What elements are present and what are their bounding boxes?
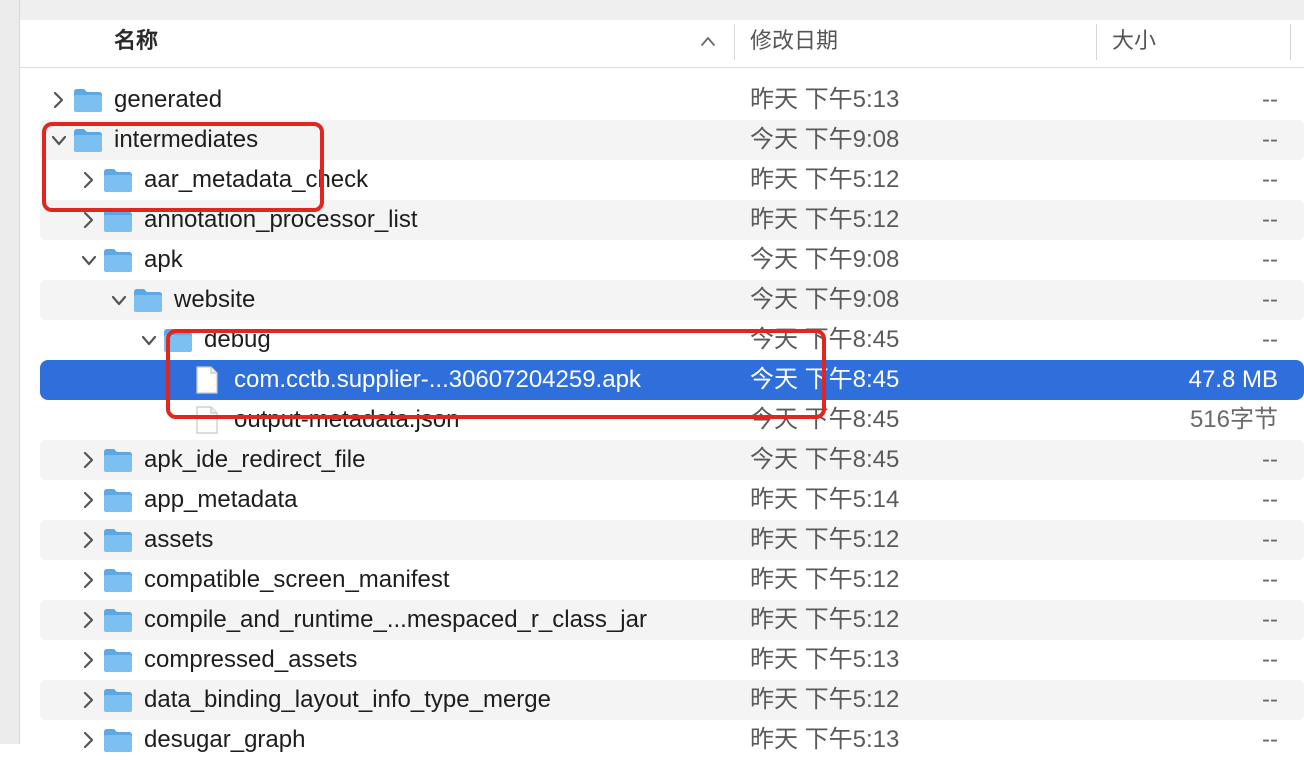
folder-icon	[102, 647, 134, 673]
file-row-data-binding-layout-info[interactable]: data_binding_layout_info_type_merge 昨天 下…	[20, 680, 1304, 720]
chevron-down-icon[interactable]	[138, 328, 160, 352]
file-name: compressed_assets	[144, 646, 358, 673]
column-header: 名称 修改日期 大小	[20, 20, 1304, 68]
column-divider[interactable]	[1096, 24, 1097, 60]
folder-icon	[102, 607, 134, 633]
file-size: --	[1262, 566, 1278, 593]
modified-date: 昨天 下午5:12	[750, 166, 900, 193]
folder-icon	[102, 247, 134, 273]
modified-date: 昨天 下午5:13	[750, 726, 900, 753]
folder-icon	[102, 567, 134, 593]
file-name: app_metadata	[144, 486, 298, 513]
file-row-compressed-assets[interactable]: compressed_assets 昨天 下午5:13 --	[20, 640, 1304, 680]
file-name: compile_and_runtime_...mespaced_r_class_…	[144, 606, 647, 633]
file-size: --	[1262, 526, 1278, 553]
window-top-strip	[0, 0, 1304, 20]
file-size: --	[1262, 726, 1278, 753]
modified-date: 昨天 下午5:12	[750, 566, 900, 593]
file-size: --	[1262, 86, 1278, 113]
folder-icon	[72, 87, 104, 113]
modified-date: 今天 下午8:45	[750, 446, 900, 473]
file-name: apk	[144, 246, 183, 273]
folder-icon	[102, 687, 134, 713]
modified-date: 昨天 下午5:12	[750, 526, 900, 553]
date-column-header[interactable]: 修改日期	[750, 20, 838, 68]
file-size: --	[1262, 646, 1278, 673]
modified-date: 昨天 下午5:12	[750, 606, 900, 633]
file-name: website	[174, 286, 256, 313]
modified-date: 今天 下午9:08	[750, 246, 900, 273]
chevron-right-icon[interactable]	[78, 648, 100, 672]
file-row-desugar-graph[interactable]: desugar_graph 昨天 下午5:13 --	[20, 720, 1304, 760]
chevron-right-icon[interactable]	[78, 568, 100, 592]
file-row-website[interactable]: website 今天 下午9:08 --	[20, 280, 1304, 320]
file-row-compile-and-runtime[interactable]: compile_and_runtime_...mespaced_r_class_…	[20, 600, 1304, 640]
chevron-right-icon[interactable]	[78, 448, 100, 472]
chevron-right-icon[interactable]	[78, 608, 100, 632]
sort-ascending-icon[interactable]	[700, 34, 716, 48]
folder-icon	[102, 527, 134, 553]
column-divider[interactable]	[734, 24, 735, 60]
chevron-right-icon[interactable]	[78, 728, 100, 752]
file-size: --	[1262, 246, 1278, 273]
modified-date: 今天 下午9:08	[750, 286, 900, 313]
column-divider[interactable]	[1290, 24, 1291, 60]
modified-date: 昨天 下午5:14	[750, 486, 900, 513]
chevron-right-icon[interactable]	[78, 688, 100, 712]
file-size: --	[1262, 486, 1278, 513]
chevron-down-icon[interactable]	[78, 248, 100, 272]
chevron-down-icon[interactable]	[108, 288, 130, 312]
file-size: --	[1262, 166, 1278, 193]
file-size: --	[1262, 126, 1278, 153]
name-column-header[interactable]: 名称	[114, 20, 158, 68]
folder-icon	[102, 447, 134, 473]
sidebar-edge	[0, 0, 20, 744]
folder-icon	[102, 487, 134, 513]
file-row-apk[interactable]: apk 今天 下午9:08 --	[20, 240, 1304, 280]
modified-date: 昨天 下午5:13	[750, 646, 900, 673]
file-row-compatible-screen-manifest[interactable]: compatible_screen_manifest 昨天 下午5:12 --	[20, 560, 1304, 600]
folder-icon	[102, 727, 134, 753]
file-row-apk-ide-redirect-file[interactable]: apk_ide_redirect_file 今天 下午8:45 --	[20, 440, 1304, 480]
file-name: assets	[144, 526, 214, 553]
modified-date: 昨天 下午5:12	[750, 686, 900, 713]
file-row-generated[interactable]: generated 昨天 下午5:13 --	[20, 80, 1304, 120]
chevron-right-icon[interactable]	[78, 488, 100, 512]
chevron-right-icon[interactable]	[78, 528, 100, 552]
file-size: --	[1262, 606, 1278, 633]
file-name: generated	[114, 86, 223, 113]
annotation-highlight-box	[42, 122, 324, 212]
chevron-right-icon[interactable]	[48, 88, 70, 112]
modified-date: 今天 下午9:08	[750, 126, 900, 153]
file-name: desugar_graph	[144, 726, 306, 753]
file-size: --	[1262, 686, 1278, 713]
file-name: data_binding_layout_info_type_merge	[144, 686, 551, 713]
folder-icon	[132, 287, 164, 313]
file-size: --	[1262, 326, 1278, 353]
file-name: compatible_screen_manifest	[144, 566, 450, 593]
file-size: --	[1262, 206, 1278, 233]
file-row-app-metadata[interactable]: app_metadata 昨天 下午5:14 --	[20, 480, 1304, 520]
modified-date: 昨天 下午5:12	[750, 206, 900, 233]
modified-date: 昨天 下午5:13	[750, 86, 900, 113]
file-row-assets[interactable]: assets 昨天 下午5:12 --	[20, 520, 1304, 560]
file-name: apk_ide_redirect_file	[144, 446, 366, 473]
size-column-header[interactable]: 大小	[1112, 20, 1156, 68]
annotation-highlight-box	[166, 329, 826, 419]
file-size: --	[1262, 286, 1278, 313]
file-size: 516字节	[1189, 406, 1278, 433]
file-size: 47.8 MB	[1188, 366, 1278, 393]
file-size: --	[1262, 446, 1278, 473]
